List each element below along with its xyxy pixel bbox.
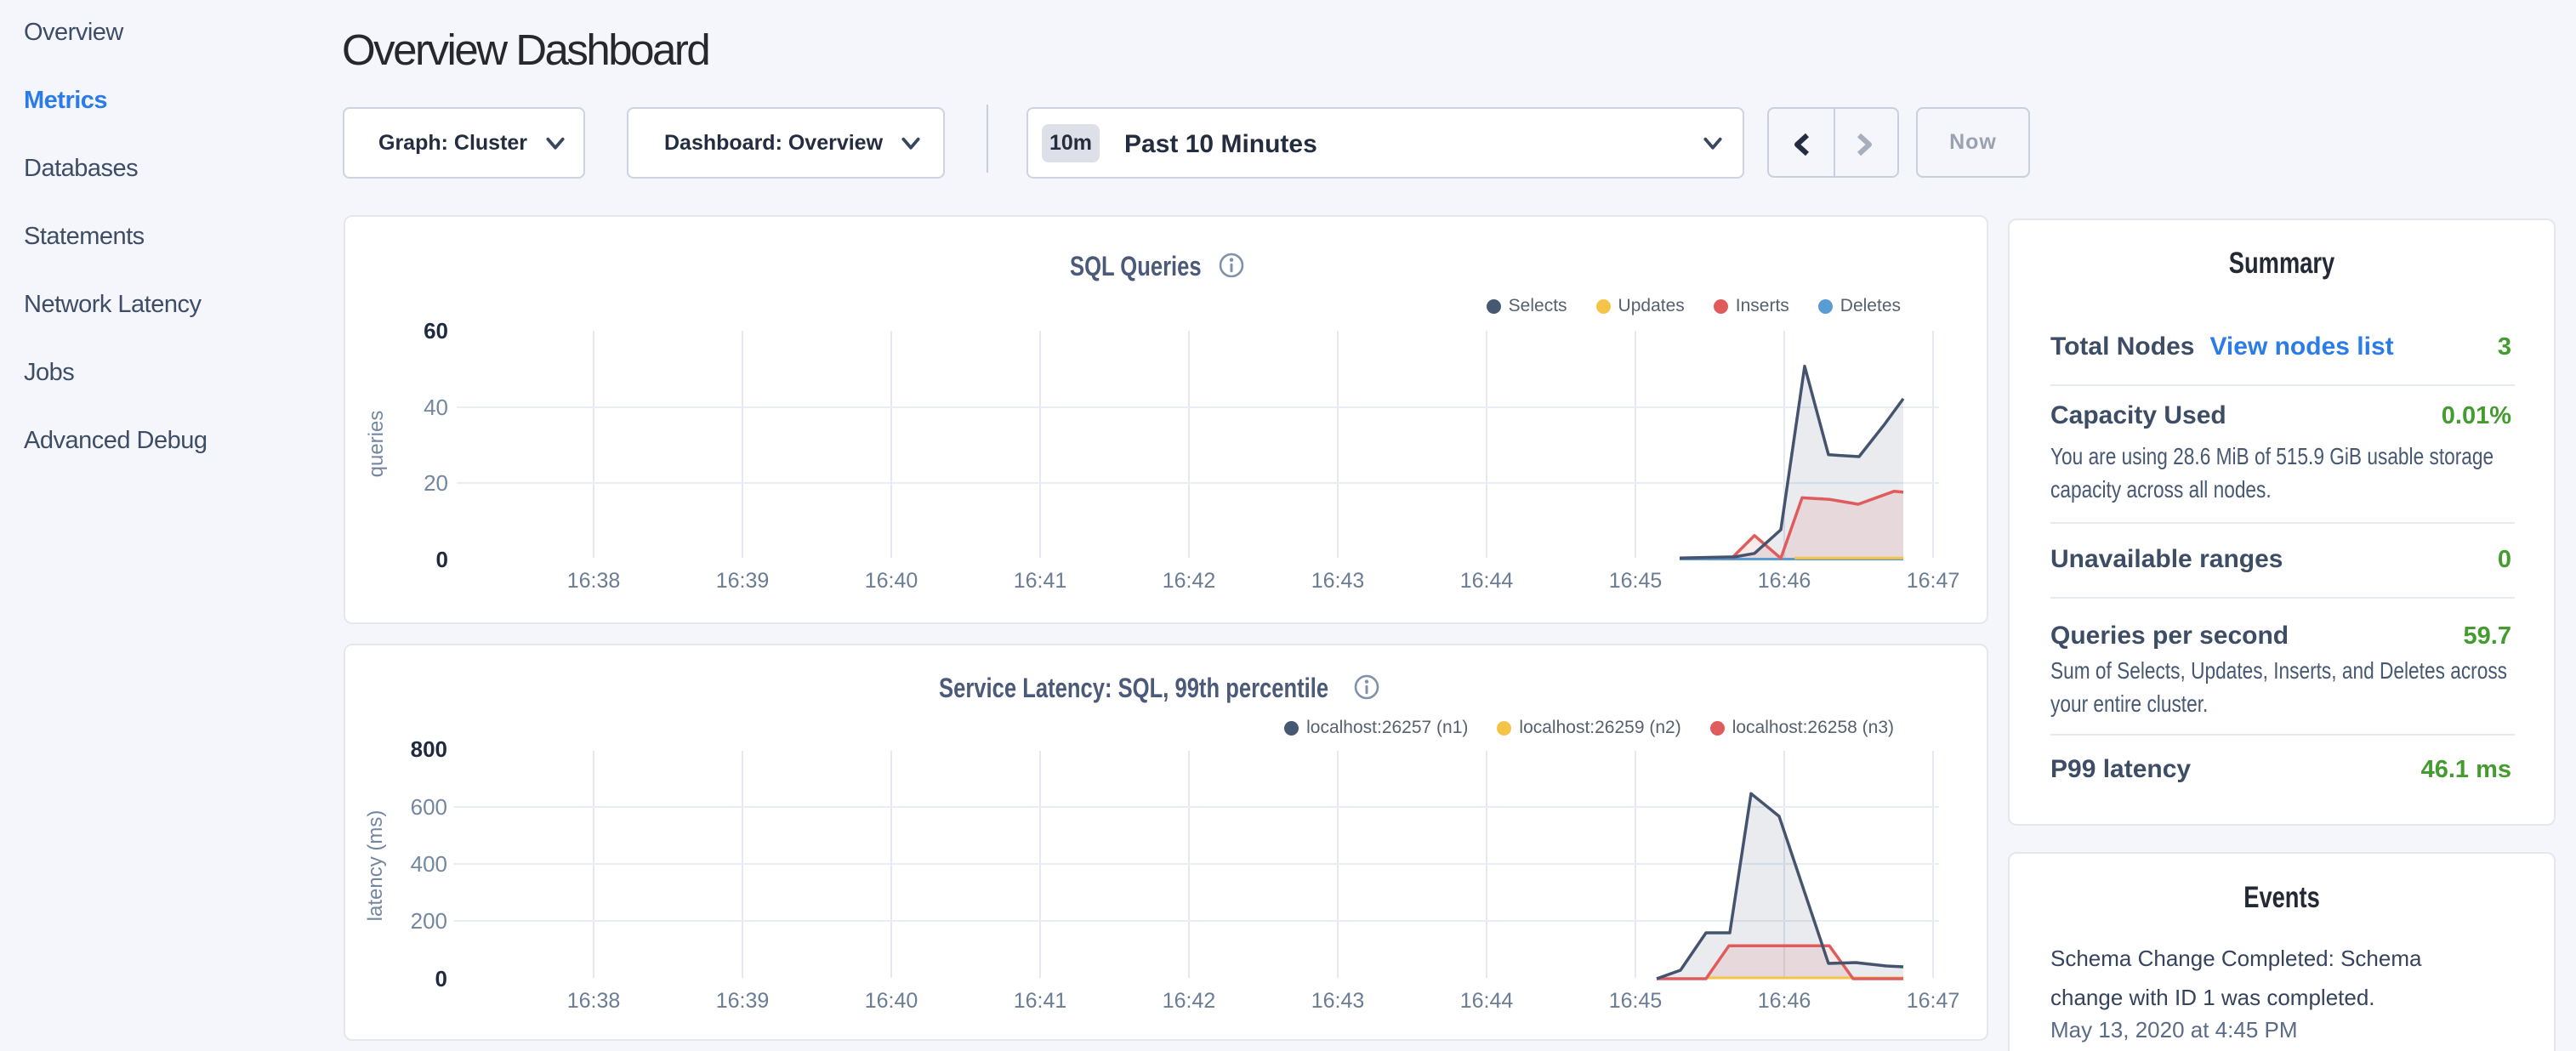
svg-text:16:38: 16:38 [567, 989, 621, 1013]
svg-text:16:39: 16:39 [716, 989, 770, 1013]
svg-text:60: 60 [424, 318, 448, 344]
svg-text:16:46: 16:46 [1758, 569, 1811, 593]
svg-text:16:45: 16:45 [1609, 989, 1663, 1013]
svg-text:16:44: 16:44 [1460, 989, 1514, 1013]
svg-text:16:47: 16:47 [1907, 989, 1960, 1013]
svg-text:600: 600 [411, 794, 447, 820]
svg-text:16:47: 16:47 [1907, 569, 1960, 593]
svg-text:16:41: 16:41 [1014, 989, 1067, 1013]
svg-text:16:38: 16:38 [567, 569, 621, 593]
svg-text:16:40: 16:40 [865, 989, 918, 1013]
svg-text:40: 40 [424, 395, 448, 420]
svg-text:16:46: 16:46 [1758, 989, 1811, 1013]
svg-text:latency (ms): latency (ms) [364, 810, 387, 922]
svg-text:16:40: 16:40 [865, 569, 918, 593]
svg-text:16:44: 16:44 [1460, 569, 1514, 593]
svg-text:400: 400 [411, 851, 447, 877]
svg-text:16:42: 16:42 [1163, 989, 1216, 1013]
svg-text:16:39: 16:39 [716, 569, 770, 593]
svg-text:16:43: 16:43 [1311, 569, 1365, 593]
svg-text:16:42: 16:42 [1163, 569, 1216, 593]
svg-text:16:41: 16:41 [1014, 569, 1067, 593]
svg-text:20: 20 [424, 470, 448, 496]
svg-text:queries: queries [365, 411, 388, 478]
svg-text:16:45: 16:45 [1609, 569, 1663, 593]
svg-text:16:43: 16:43 [1311, 989, 1365, 1013]
svg-text:200: 200 [411, 908, 447, 934]
svg-text:0: 0 [435, 966, 447, 991]
svg-text:800: 800 [411, 736, 447, 762]
svg-text:0: 0 [436, 547, 448, 572]
